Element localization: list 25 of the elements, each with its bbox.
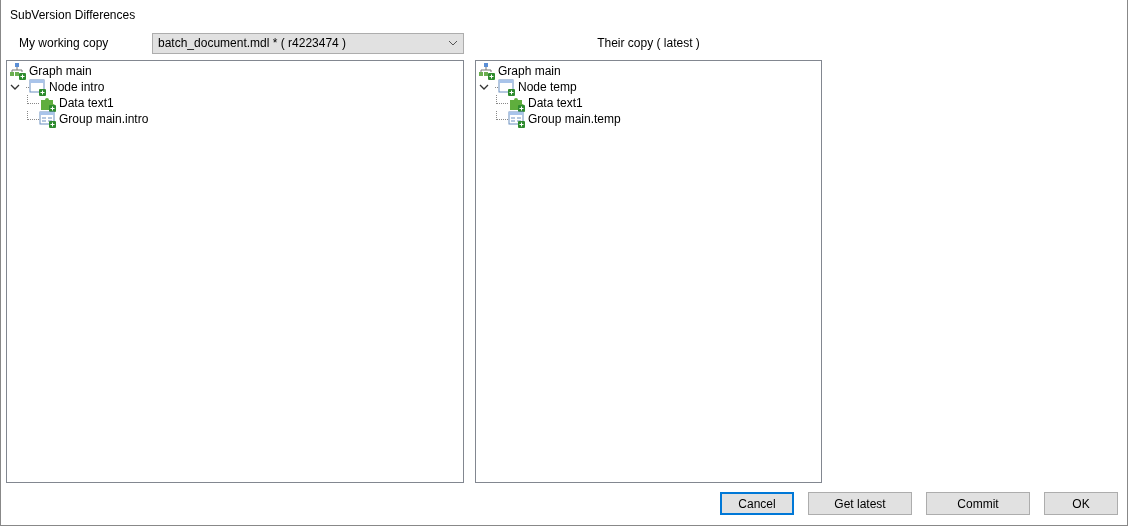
tree-item[interactable]: Node intro xyxy=(46,79,105,95)
tree-item[interactable]: Group main.intro xyxy=(56,111,149,127)
tree-item[interactable]: Node temp xyxy=(515,79,577,95)
tree-item[interactable]: Data text1 xyxy=(525,95,583,111)
tree-line xyxy=(27,95,39,104)
window-icon xyxy=(498,78,515,96)
tree-item[interactable]: Graph main xyxy=(26,63,92,79)
window-icon xyxy=(29,78,46,96)
dialog-button[interactable]: Commit xyxy=(926,492,1030,515)
tree-item[interactable]: Graph main xyxy=(495,63,561,79)
form-window-icon xyxy=(508,110,525,128)
tree-item[interactable]: Data text1 xyxy=(56,95,114,111)
chevron-down-icon[interactable] xyxy=(10,82,20,92)
chevron-down-icon xyxy=(448,40,458,46)
dialog-button[interactable]: Get latest xyxy=(808,492,912,515)
window-title: SubVersion Differences xyxy=(10,8,137,22)
dialog-button[interactable]: Cancel xyxy=(720,492,794,515)
field-label: My working copy xyxy=(18,35,110,52)
field-label: Their copy ( latest ) xyxy=(596,35,701,52)
chevron-down-icon[interactable] xyxy=(479,82,489,92)
tree-item[interactable]: Group main.temp xyxy=(525,111,621,127)
form-window-icon xyxy=(39,110,56,128)
dialog-button[interactable]: OK xyxy=(1044,492,1118,515)
tree-line xyxy=(496,95,508,104)
dropdown[interactable]: batch_document.mdl * ( r4223474 ) xyxy=(152,32,464,54)
